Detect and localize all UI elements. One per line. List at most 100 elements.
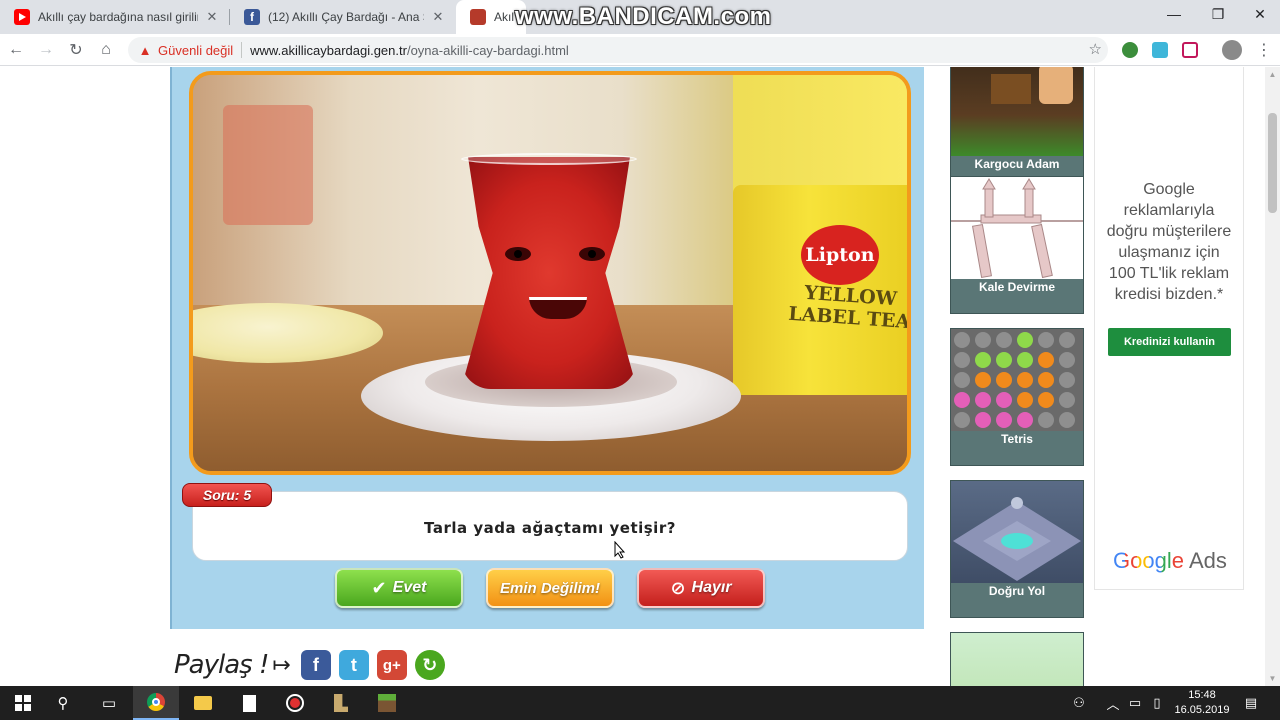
battery-icon[interactable]: ▯ [1146, 686, 1168, 720]
facebook-share-icon[interactable]: f [300, 650, 331, 680]
task-view-icon[interactable]: ▭ [86, 686, 132, 720]
photo-window [223, 105, 313, 225]
record-icon[interactable] [272, 686, 318, 720]
game-card-kale-devirme[interactable]: Kale Devirme [950, 176, 1084, 314]
ads-word: Ads [1188, 548, 1227, 573]
tea-glass-rim [461, 153, 637, 165]
omnibox-divider [241, 42, 243, 58]
bookmark-star-icon[interactable]: ☆ [1089, 40, 1102, 58]
game-card-tetris[interactable]: Tetris [950, 328, 1084, 466]
tetris-cell [996, 412, 1012, 428]
league-client-icon[interactable] [318, 686, 364, 720]
tab-facebook[interactable]: f (12) Akıllı Çay Bardağı - Ana Sayfa ✕ [230, 0, 454, 34]
record-ring [286, 694, 304, 712]
chrome-taskbar-icon[interactable] [133, 686, 179, 720]
extension-cloud-icon[interactable] [1152, 42, 1168, 58]
tetris-board [954, 332, 1075, 428]
no-label: Hayır [691, 579, 732, 596]
tetris-cell [1038, 352, 1054, 368]
security-label[interactable]: Güvenli değil [158, 43, 233, 58]
yes-label: Evet [392, 579, 427, 596]
thumb-character [1039, 67, 1073, 104]
page-scrollbar[interactable]: ▲ ▼ [1265, 67, 1280, 686]
yes-button[interactable]: ✔ Evet [335, 568, 463, 608]
minecraft-icon[interactable] [364, 686, 410, 720]
tetris-cell [954, 412, 970, 428]
share-label: Paylaş ! [174, 650, 269, 680]
scroll-up-icon[interactable]: ▲ [1265, 67, 1280, 82]
tetris-cell [975, 332, 991, 348]
scroll-thumb[interactable] [1268, 113, 1277, 213]
ad-text: Google reklamlarıyla doğru müşterilere u… [1106, 181, 1232, 303]
unsure-button[interactable]: Emin Değilim! [486, 568, 614, 608]
menu-dots-icon[interactable]: ⋮ [1252, 38, 1276, 62]
tetris-cell [975, 352, 991, 368]
lipton-logo: Lipton [801, 225, 879, 285]
search-icon[interactable]: ⚲ [40, 686, 86, 720]
chevron-up-icon[interactable]: ︿ [1102, 686, 1124, 720]
game-thumbnail [951, 177, 1083, 279]
extension-pocket-icon[interactable] [1182, 42, 1198, 58]
youtube-icon [14, 9, 30, 25]
checkmark-icon: ✔ [371, 577, 387, 598]
forward-icon[interactable]: → [34, 38, 58, 62]
people-icon[interactable]: ⚇ [1068, 686, 1090, 720]
no-button[interactable]: ⊘ Hayır [637, 568, 765, 608]
game-card-partial[interactable] [950, 632, 1084, 686]
tetris-cell [1059, 372, 1075, 388]
twitter-share-icon[interactable]: t [338, 650, 369, 680]
game-card-kargocu-adam[interactable]: Kargocu Adam [950, 67, 1084, 191]
question-text: Tarla yada ağaçtamı yetişir? [424, 519, 676, 537]
address-bar[interactable]: ▲ Güvenli değil www.akillicaybardagi.gen… [128, 37, 1108, 63]
close-tab-icon[interactable]: ✕ [204, 9, 220, 25]
home-icon[interactable]: ⌂ [94, 38, 118, 62]
ad-cta-button[interactable]: Kredinizi kullanin [1108, 328, 1231, 356]
profile-avatar[interactable] [1222, 40, 1242, 60]
tetris-cell [1038, 392, 1054, 408]
tetris-cell [975, 412, 991, 428]
tetris-cell [1059, 352, 1075, 368]
right-eye [579, 247, 605, 261]
grass-block-icon [378, 694, 396, 712]
url-domain: www.akillicaybardagi.gen.tr [250, 42, 407, 58]
tetris-cell [954, 392, 970, 408]
minimize-icon[interactable]: — [1152, 0, 1196, 28]
tetris-cell [1017, 372, 1033, 388]
system-clock[interactable]: 15:48 16.05.2019 [1170, 688, 1234, 718]
game-thumbnail [951, 329, 1083, 431]
google-ad-panel[interactable]: Google reklamlarıyla doğru müşterilere u… [1094, 67, 1244, 590]
tetris-cell [954, 332, 970, 348]
scroll-down-icon[interactable]: ▼ [1265, 671, 1280, 686]
maximize-icon[interactable]: ❐ [1196, 0, 1240, 28]
question-number-badge: Soru: 5 [182, 483, 272, 507]
tetris-cell [1059, 412, 1075, 428]
notification-icon[interactable]: ▤ [1240, 686, 1262, 720]
close-window-icon[interactable]: ✕ [1238, 0, 1280, 28]
game-thumbnail [951, 481, 1083, 583]
tetris-cell [996, 392, 1012, 408]
refresh-share-icon[interactable]: ↻ [414, 650, 445, 680]
back-icon[interactable]: ← [4, 38, 28, 62]
notepad-icon[interactable] [226, 686, 272, 720]
tetris-cell [1017, 392, 1033, 408]
game-area: Lipton YELLOW LABEL TEA Tarla yada ağaçt… [170, 67, 924, 629]
google-ads-logo: Google Ads [1113, 548, 1227, 574]
google-plus-share-icon[interactable]: g+ [376, 650, 407, 680]
browser-toolbar: ← → ↻ ⌂ ▲ Güvenli değil www.akillicaybar… [0, 34, 1280, 66]
file-explorer-icon[interactable] [180, 686, 226, 720]
close-tab-icon[interactable]: ✕ [430, 9, 446, 25]
network-icon[interactable]: ▭ [1124, 686, 1146, 720]
question-box: Tarla yada ağaçtamı yetişir? [192, 491, 908, 561]
extension-globe-icon[interactable] [1122, 42, 1138, 58]
tetris-cell [1038, 412, 1054, 428]
game-card-dogru-yol[interactable]: Doğru Yol [950, 480, 1084, 618]
bandicam-watermark: www.BANDICAM.com [515, 3, 772, 30]
photo-box-top [733, 75, 907, 195]
arrow-right-icon: ↦ [272, 652, 291, 677]
reload-icon[interactable]: ↻ [64, 38, 88, 62]
tetris-cell [1017, 352, 1033, 368]
tab-youtube[interactable]: Akıllı çay bardağına nasıl girilir ? ✕ [0, 0, 228, 34]
thumb-box [991, 74, 1031, 104]
tetris-cell [1059, 332, 1075, 348]
tetris-cell [1038, 372, 1054, 388]
